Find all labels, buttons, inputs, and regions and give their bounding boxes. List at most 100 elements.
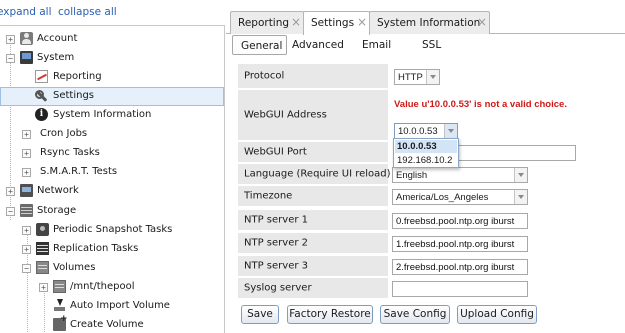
subtab-ssl[interactable]: SSL <box>422 35 452 55</box>
field-label: Timezone <box>238 186 388 208</box>
tree-item-label: System Information <box>53 109 152 120</box>
field-label: WebGUI Address <box>238 90 388 142</box>
save-config-button[interactable]: Save Config <box>380 305 450 324</box>
syslog-server-input[interactable] <box>392 281 528 297</box>
tree-item-account[interactable]: + Account <box>0 30 224 49</box>
expand-icon[interactable]: + <box>22 168 31 177</box>
subtab-email[interactable]: Email <box>362 35 402 55</box>
subtab-label: SSL <box>422 39 442 51</box>
tree-item-label: Reporting <box>53 71 102 82</box>
tree-item-network[interactable]: + Network <box>0 182 224 201</box>
select-value: America/Los_Angeles <box>396 192 489 203</box>
tree-item-rsync-tasks[interactable]: + Rsync Tasks <box>0 144 224 163</box>
info-icon: i <box>35 108 48 121</box>
tree-item-auto-import-volume[interactable]: Auto Import Volume <box>0 297 224 316</box>
tab-label: Settings <box>311 17 355 29</box>
select-value: HTTP <box>398 72 423 83</box>
dropdown-option[interactable]: 192.168.10.2 <box>395 154 457 167</box>
collapse-all-link[interactable]: collapse all <box>58 6 117 18</box>
navigation-tree: + Account − System Reporting Settings i … <box>0 25 225 333</box>
tab-label: Reporting <box>238 17 290 29</box>
ntp-server-2-input[interactable]: 1.freebsd.pool.ntp.org iburst <box>392 236 528 252</box>
tree-item-volumes[interactable]: − Volumes <box>0 259 224 278</box>
chevron-down-icon <box>426 70 439 84</box>
expand-icon[interactable]: + <box>22 226 31 235</box>
ntp-server-1-input[interactable]: 0.freebsd.pool.ntp.org iburst <box>392 213 528 229</box>
tree-toolbar: expand all collapse all <box>0 0 225 24</box>
collapse-icon[interactable]: − <box>6 54 15 63</box>
subtab-advanced[interactable]: Advanced <box>292 35 352 55</box>
save-button[interactable]: Save <box>241 305 279 324</box>
ntp-server-3-input[interactable]: 2.freebsd.pool.ntp.org iburst <box>392 259 528 275</box>
tree-item-system[interactable]: − System <box>0 49 224 68</box>
webgui-address-error: Value u'10.0.0.53' is not a valid choice… <box>394 99 567 110</box>
select-value: English <box>396 170 428 181</box>
tree-item-label: Replication Tasks <box>53 243 139 254</box>
tree-item-replication-tasks[interactable]: + Replication Tasks <box>0 240 224 259</box>
protocol-select[interactable]: HTTP <box>394 69 440 85</box>
webgui-port-input[interactable] <box>458 145 576 161</box>
tree-item-create-volume[interactable]: Create Volume <box>0 314 224 333</box>
expand-icon[interactable]: + <box>6 35 15 44</box>
webgui-address-options: 10.0.0.53 192.168.10.2 <box>393 138 459 168</box>
tree-item-label: Network <box>37 185 79 196</box>
tree-item-label: Storage <box>37 205 77 216</box>
tree-item-settings[interactable]: Settings <box>0 87 224 106</box>
tree-item-label: Account <box>37 33 78 44</box>
collapse-icon[interactable]: − <box>22 264 31 273</box>
tree-item-smart-tests[interactable]: + S.M.A.R.T. Tests <box>0 163 224 182</box>
field-label: Syslog server <box>238 278 388 300</box>
select-value: 10.0.0.53 <box>398 126 438 137</box>
form-row-protocol: Protocol HTTP <box>238 64 621 90</box>
general-settings-form: Protocol HTTP WebGUI Address Value u'10.… <box>238 64 621 300</box>
chevron-down-icon <box>514 168 527 182</box>
expand-icon[interactable]: + <box>22 245 31 254</box>
factory-restore-button[interactable]: Factory Restore <box>287 305 373 324</box>
tree-item-label: Rsync Tasks <box>40 147 100 158</box>
camera-icon <box>36 223 49 236</box>
dropdown-option[interactable]: 10.0.0.53 <box>395 140 457 153</box>
tree-item-system-information[interactable]: i System Information <box>0 106 224 125</box>
form-row-ntp-server-2: NTP server 2 1.freebsd.pool.ntp.org ibur… <box>238 233 621 255</box>
tree-item-storage[interactable]: − Storage <box>0 202 224 221</box>
field-label: NTP server 3 <box>238 256 388 278</box>
expand-icon[interactable]: + <box>22 149 31 158</box>
subtab-label: Email <box>362 39 392 51</box>
language-select[interactable]: English <box>392 167 528 183</box>
tab-settings[interactable]: Settings × <box>303 11 370 35</box>
storage-icon <box>20 204 33 217</box>
tree-item-label: Volumes <box>53 262 96 273</box>
timezone-select[interactable]: America/Los_Angeles <box>392 189 528 205</box>
volume-icon <box>36 261 49 274</box>
tree-item-mnt-thepool[interactable]: + /mnt/thepool <box>0 278 224 297</box>
tree-item-cron-jobs[interactable]: + Cron Jobs <box>0 125 224 144</box>
upload-config-button[interactable]: Upload Config <box>457 305 537 324</box>
tab-system-information[interactable]: System Information × <box>369 11 490 34</box>
close-icon[interactable]: × <box>477 15 487 29</box>
tree-item-label: /mnt/thepool <box>70 281 135 292</box>
expand-all-link[interactable]: expand all <box>0 6 52 18</box>
form-row-ntp-server-3: NTP server 3 2.freebsd.pool.ntp.org ibur… <box>238 256 621 278</box>
subtab-label: Advanced <box>292 39 344 51</box>
field-label: NTP server 2 <box>238 233 388 255</box>
tree-item-label: Periodic Snapshot Tasks <box>53 224 173 235</box>
tree-item-label: System <box>37 52 75 63</box>
tab-reporting[interactable]: Reporting × <box>230 11 304 34</box>
close-icon[interactable]: × <box>291 15 301 29</box>
field-label: Language (Require UI reload) <box>238 164 391 186</box>
webgui-address-select[interactable]: 10.0.0.53 <box>394 123 458 139</box>
tree-item-periodic-snapshot-tasks[interactable]: + Periodic Snapshot Tasks <box>0 221 224 240</box>
expand-icon[interactable]: + <box>6 187 15 196</box>
form-row-webgui-address: WebGUI Address Value u'10.0.0.53' is not… <box>238 90 621 142</box>
subtab-general[interactable]: General <box>232 35 287 55</box>
tree-item-reporting[interactable]: Reporting <box>0 68 224 87</box>
create-volume-icon <box>53 314 68 331</box>
tab-label: System Information <box>377 17 481 29</box>
chart-icon <box>35 70 48 83</box>
expand-icon[interactable]: + <box>39 283 48 292</box>
form-row-timezone: Timezone America/Los_Angeles <box>238 186 621 208</box>
form-row-syslog-server: Syslog server <box>238 278 621 300</box>
collapse-icon[interactable]: − <box>6 207 15 216</box>
close-icon[interactable]: × <box>357 15 367 29</box>
expand-icon[interactable]: + <box>22 130 31 139</box>
